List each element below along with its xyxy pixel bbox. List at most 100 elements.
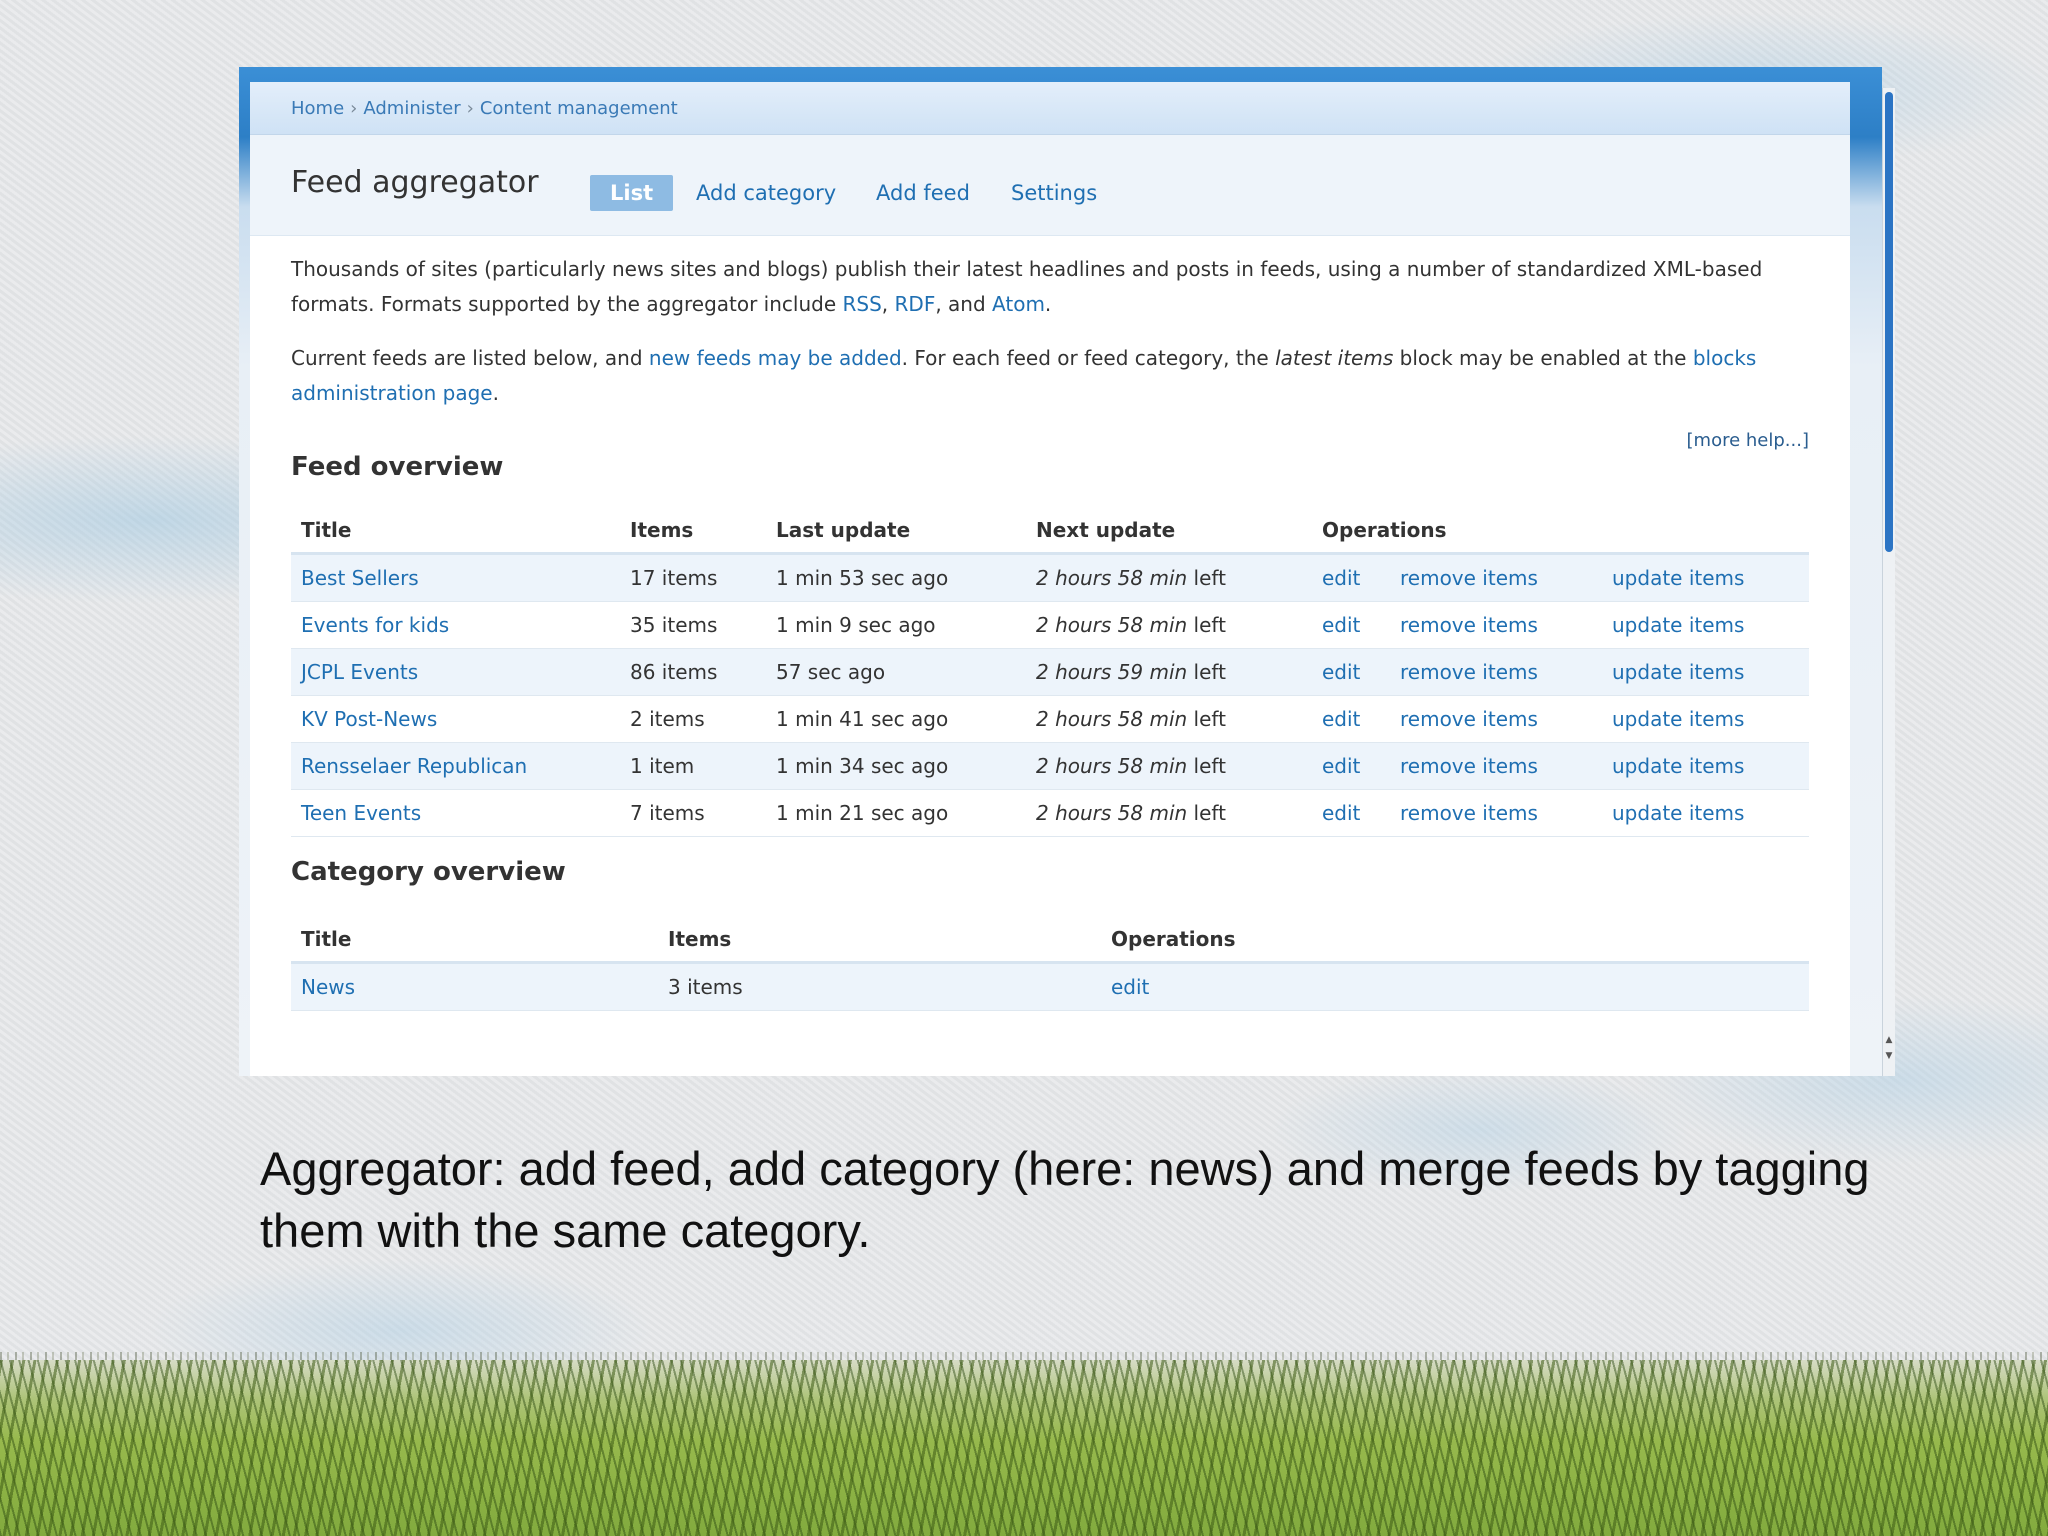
feed-items-count: 86 items bbox=[620, 648, 766, 696]
feed-title-link[interactable]: Rensselaer Republican bbox=[301, 754, 527, 778]
feed-last-update: 1 min 41 sec ago bbox=[766, 695, 1026, 743]
feed-last-update: 1 min 53 sec ago bbox=[766, 553, 1026, 602]
new-feeds-link[interactable]: new feeds may be added bbox=[649, 346, 902, 370]
next-update-time: 2 hours 58 min bbox=[1036, 566, 1188, 590]
feed-operations: edit remove items update items bbox=[1312, 601, 1809, 649]
update-items-link[interactable]: update items bbox=[1612, 660, 1744, 684]
next-update-time: 2 hours 58 min bbox=[1036, 707, 1188, 731]
breadcrumb-home[interactable]: Home bbox=[291, 98, 344, 119]
column-header-title: Title bbox=[291, 508, 620, 555]
feed-last-update: 57 sec ago bbox=[766, 648, 1026, 696]
tab-add-category[interactable]: Add category bbox=[696, 175, 836, 211]
help-text: . For each feed or feed category, the bbox=[901, 346, 1276, 370]
feed-operations: edit remove items update items bbox=[1312, 789, 1809, 837]
update-items-link[interactable]: update items bbox=[1612, 754, 1744, 778]
feed-items-count: 7 items bbox=[620, 789, 766, 837]
feed-title-link[interactable]: KV Post-News bbox=[301, 707, 437, 731]
column-header-items: Items bbox=[658, 917, 1101, 964]
feed-last-update: 1 min 34 sec ago bbox=[766, 742, 1026, 790]
next-update-time: 2 hours 58 min bbox=[1036, 754, 1188, 778]
tab-list[interactable]: List bbox=[590, 175, 674, 211]
column-header-last-update: Last update bbox=[766, 508, 1026, 555]
column-header-title: Title bbox=[291, 917, 658, 964]
help-text: . bbox=[492, 381, 499, 405]
scrollbar-thumb[interactable] bbox=[1885, 92, 1893, 552]
edit-link[interactable]: edit bbox=[1322, 566, 1400, 590]
intro-text: . bbox=[1044, 292, 1052, 316]
category-overview-table: Title Items Operations News 3 items edit bbox=[291, 917, 1809, 1011]
column-header-next-update: Next update bbox=[1026, 508, 1312, 555]
slide-caption: Aggregator: add feed, add category (here… bbox=[260, 1142, 1870, 1257]
next-update-suffix: left bbox=[1187, 566, 1226, 590]
feed-title-link[interactable]: Teen Events bbox=[301, 801, 421, 825]
table-header-row: Title Items Last update Next update Oper… bbox=[291, 508, 1809, 555]
vertical-scrollbar[interactable]: ▲ ▼ bbox=[1882, 88, 1895, 1076]
scroll-up-arrow-icon[interactable]: ▲ bbox=[1883, 1034, 1895, 1046]
tab-add-feed[interactable]: Add feed bbox=[876, 175, 970, 211]
table-row: KV Post-News 2 items 1 min 41 sec ago 2 … bbox=[291, 695, 1809, 743]
breadcrumb: Home › Administer › Content management bbox=[291, 98, 678, 119]
rdf-link[interactable]: RDF bbox=[895, 292, 936, 316]
next-update-time: 2 hours 58 min bbox=[1036, 613, 1188, 637]
remove-items-link[interactable]: remove items bbox=[1400, 801, 1612, 825]
feed-next-update: 2 hours 58 min left bbox=[1026, 553, 1312, 602]
table-row: Teen Events 7 items 1 min 21 sec ago 2 h… bbox=[291, 789, 1809, 837]
help-paragraph: Current feeds are listed below, and new … bbox=[291, 341, 1809, 411]
category-title-link[interactable]: News bbox=[301, 975, 355, 999]
update-items-link[interactable]: update items bbox=[1612, 801, 1744, 825]
help-text: Current feeds are listed below, and bbox=[291, 346, 649, 370]
page-title: Feed aggregator bbox=[291, 165, 539, 200]
edit-link[interactable]: edit bbox=[1111, 975, 1149, 999]
breadcrumb-administer[interactable]: Administer bbox=[363, 98, 460, 119]
admin-page: Home › Administer › Content management Feed … bbox=[250, 82, 1850, 1076]
edit-link[interactable]: edit bbox=[1322, 801, 1400, 825]
breadcrumb-bar: Home › Administer › Content management bbox=[250, 82, 1850, 135]
table-row: Best Sellers 17 items 1 min 53 sec ago 2… bbox=[291, 553, 1809, 602]
help-text: block may be enabled at the bbox=[1393, 346, 1693, 370]
feed-title-link[interactable]: Best Sellers bbox=[301, 566, 419, 590]
breadcrumb-separator: › bbox=[350, 98, 358, 119]
page-header: Feed aggregator List Add category Add fe… bbox=[250, 135, 1850, 236]
more-help-link[interactable]: [more help...] bbox=[291, 430, 1809, 454]
feed-items-count: 1 item bbox=[620, 742, 766, 790]
feed-next-update: 2 hours 58 min left bbox=[1026, 695, 1312, 743]
edit-link[interactable]: edit bbox=[1322, 754, 1400, 778]
page-content: Thousands of sites (particularly news si… bbox=[291, 252, 1809, 1011]
scroll-down-arrow-icon[interactable]: ▼ bbox=[1883, 1050, 1895, 1062]
table-header-row: Title Items Operations bbox=[291, 917, 1809, 964]
update-items-link[interactable]: update items bbox=[1612, 707, 1744, 731]
rss-link[interactable]: RSS bbox=[843, 292, 882, 316]
tab-settings[interactable]: Settings bbox=[1011, 175, 1097, 211]
column-header-operations: Operations bbox=[1312, 508, 1809, 555]
breadcrumb-content-management[interactable]: Content management bbox=[480, 98, 678, 119]
remove-items-link[interactable]: remove items bbox=[1400, 566, 1612, 590]
table-row: Rensselaer Republican 1 item 1 min 34 se… bbox=[291, 742, 1809, 790]
update-items-link[interactable]: update items bbox=[1612, 566, 1744, 590]
feed-operations: edit remove items update items bbox=[1312, 553, 1809, 602]
category-items-count: 3 items bbox=[658, 962, 1101, 1011]
feed-items-count: 35 items bbox=[620, 601, 766, 649]
feed-title-link[interactable]: Events for kids bbox=[301, 613, 449, 637]
category-overview-heading: Category overview bbox=[291, 857, 566, 887]
update-items-link[interactable]: update items bbox=[1612, 613, 1744, 637]
feed-operations: edit remove items update items bbox=[1312, 648, 1809, 696]
feed-title-link[interactable]: JCPL Events bbox=[301, 660, 418, 684]
edit-link[interactable]: edit bbox=[1322, 613, 1400, 637]
feed-next-update: 2 hours 58 min left bbox=[1026, 601, 1312, 649]
feed-next-update: 2 hours 58 min left bbox=[1026, 789, 1312, 837]
latest-items-text: latest items bbox=[1275, 346, 1394, 370]
edit-link[interactable]: edit bbox=[1322, 707, 1400, 731]
remove-items-link[interactable]: remove items bbox=[1400, 707, 1612, 731]
intro-text: , and bbox=[935, 292, 993, 316]
edit-link[interactable]: edit bbox=[1322, 660, 1400, 684]
remove-items-link[interactable]: remove items bbox=[1400, 660, 1612, 684]
atom-link[interactable]: Atom bbox=[992, 292, 1045, 316]
table-row: JCPL Events 86 items 57 sec ago 2 hours … bbox=[291, 648, 1809, 696]
feed-last-update: 1 min 21 sec ago bbox=[766, 789, 1026, 837]
table-row: Events for kids 35 items 1 min 9 sec ago… bbox=[291, 601, 1809, 649]
feed-items-count: 2 items bbox=[620, 695, 766, 743]
next-update-suffix: left bbox=[1187, 660, 1226, 684]
remove-items-link[interactable]: remove items bbox=[1400, 613, 1612, 637]
remove-items-link[interactable]: remove items bbox=[1400, 754, 1612, 778]
category-operations: edit bbox=[1101, 962, 1809, 1011]
